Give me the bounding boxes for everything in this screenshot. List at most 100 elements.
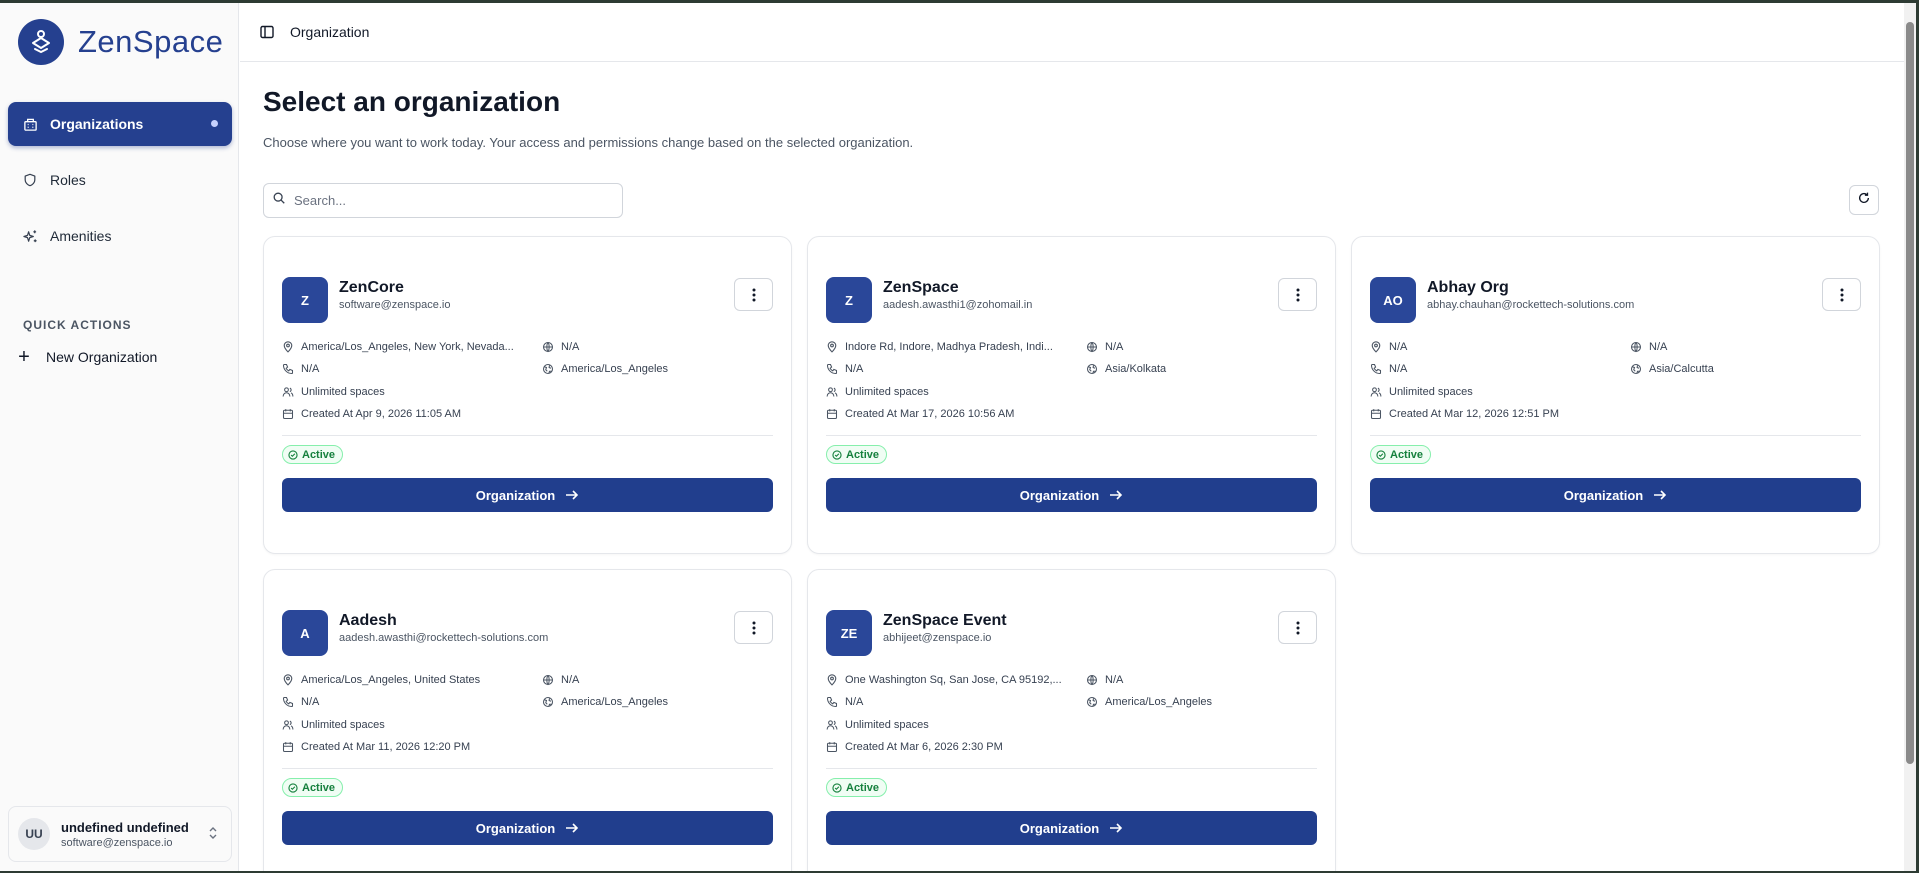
status-badge: Active — [282, 445, 344, 464]
org-website: N/A — [1630, 341, 1667, 353]
avatar: UU — [18, 818, 50, 850]
org-menu-button[interactable] — [734, 278, 773, 311]
org-website: N/A — [1086, 341, 1123, 353]
org-address-text: Indore Rd, Indore, Madhya Pradesh, Indi.… — [845, 341, 1053, 353]
org-name: Aadesh — [339, 612, 397, 629]
refresh-button[interactable] — [1849, 185, 1879, 215]
quick-actions-title: QUICK ACTIONS — [23, 318, 132, 332]
org-address: One Washington Sq, San Jose, CA 95192,..… — [826, 674, 1062, 686]
org-timezone: America/Los_Angeles — [542, 363, 668, 375]
globe-icon — [542, 341, 554, 353]
org-button-label: Organization — [475, 820, 556, 836]
check-circle-icon — [832, 782, 842, 793]
phone-icon — [826, 696, 838, 708]
org-email: aadesh.awasthi1@zohomail.in — [883, 299, 1033, 311]
chevrons-up-down-icon — [207, 825, 219, 846]
org-created-text: Created At Apr 9, 2026 11:05 AM — [301, 408, 462, 420]
globe-icon — [1086, 674, 1098, 686]
more-vertical-icon — [1840, 288, 1844, 302]
org-address: America/Los_Angeles, United States — [282, 674, 480, 686]
org-name: Abhay Org — [1427, 279, 1509, 296]
org-menu-button[interactable] — [1278, 611, 1317, 644]
status-badge: Active — [826, 445, 888, 464]
status-text: Active — [846, 781, 880, 794]
status-badge: Active — [826, 778, 888, 797]
org-card: A Aadesh aadesh.awasthi@rockettech-solutio… — [263, 569, 792, 873]
org-menu-button[interactable] — [1278, 278, 1317, 311]
org-card: Z ZenCore software@zenspace.io America/Los_… — [263, 236, 792, 554]
org-timezone-text: America/Los_Angeles — [561, 363, 669, 375]
org-address-text: One Washington Sq, San Jose, CA 95192,..… — [845, 674, 1062, 686]
location-icon — [826, 674, 838, 686]
status-text: Active — [302, 448, 336, 461]
page-title: Select an organization — [263, 86, 561, 117]
org-address-text: N/A — [1389, 341, 1408, 353]
sidebar-toggle-icon[interactable] — [257, 22, 277, 42]
users-icon — [282, 386, 294, 398]
org-address-text: America/Los_Angeles, United States — [301, 674, 481, 686]
status-badge: Active — [1370, 445, 1432, 464]
search-input[interactable] — [294, 193, 604, 208]
org-menu-button[interactable] — [734, 611, 773, 644]
status-text: Active — [1390, 448, 1424, 461]
sparkles-icon — [22, 228, 38, 244]
open-organization-button[interactable]: Organization — [282, 478, 773, 512]
divider — [282, 435, 773, 436]
org-avatar: Z — [282, 277, 328, 323]
app-name: ZenSpace — [78, 24, 224, 59]
page-subtitle: Choose where you want to work today. You… — [263, 135, 914, 150]
calendar-icon — [1370, 408, 1382, 420]
org-address: America/Los_Angeles, New York, Nevada... — [282, 341, 514, 353]
org-spaces: Unlimited spaces — [1370, 386, 1473, 398]
org-timezone: America/Los_Angeles — [1086, 696, 1212, 708]
org-created-text: Created At Mar 11, 2026 12:20 PM — [301, 741, 471, 753]
org-phone-text: N/A — [845, 696, 864, 708]
timezone-icon — [1630, 363, 1642, 375]
top-bar: Organization — [240, 3, 1904, 62]
org-created-text: Created At Mar 12, 2026 12:51 PM — [1389, 408, 1559, 420]
open-organization-button[interactable]: Organization — [1370, 478, 1861, 512]
new-organization-button[interactable]: + New Organization — [14, 342, 157, 372]
org-spaces: Unlimited spaces — [282, 386, 385, 398]
more-vertical-icon — [752, 621, 756, 635]
org-website: N/A — [1086, 674, 1123, 686]
org-timezone-text: Asia/Kolkata — [1105, 363, 1167, 375]
sidebar-item-amenities[interactable]: Amenities — [8, 214, 232, 258]
calendar-icon — [282, 741, 294, 753]
sidebar-item-roles[interactable]: Roles — [8, 158, 232, 202]
org-name: ZenSpace Event — [883, 612, 1007, 629]
org-menu-button[interactable] — [1822, 278, 1861, 311]
timezone-icon — [1086, 363, 1098, 375]
user-email: software@zenspace.io — [61, 836, 173, 849]
org-website-text: N/A — [1105, 341, 1124, 353]
org-created: Created At Mar 6, 2026 2:30 PM — [826, 741, 1003, 753]
org-avatar: ZE — [826, 610, 872, 656]
org-timezone: America/Los_Angeles — [542, 696, 668, 708]
org-phone: N/A — [1370, 363, 1407, 375]
timezone-icon — [542, 363, 554, 375]
org-timezone: Asia/Calcutta — [1630, 363, 1714, 375]
users-icon — [826, 719, 838, 731]
user-name: undefined undefined — [61, 819, 189, 835]
shield-icon — [22, 172, 38, 188]
open-organization-button[interactable]: Organization — [282, 811, 773, 845]
sidebar-item-organizations[interactable]: Organizations — [8, 102, 232, 146]
arrow-right-icon — [1109, 822, 1123, 834]
org-created: Created At Mar 11, 2026 12:20 PM — [282, 741, 470, 753]
org-spaces-text: Unlimited spaces — [301, 386, 385, 398]
org-button-label: Organization — [475, 487, 556, 503]
location-icon — [826, 341, 838, 353]
scrollbar-thumb[interactable] — [1906, 22, 1914, 764]
open-organization-button[interactable]: Organization — [826, 811, 1317, 845]
org-timezone-text: Asia/Calcutta — [1649, 363, 1714, 375]
user-menu[interactable]: UU undefined undefined software@zenspace… — [8, 806, 232, 862]
divider — [282, 768, 773, 769]
app-logo[interactable]: ZenSpace — [18, 19, 223, 65]
org-spaces: Unlimited spaces — [826, 386, 929, 398]
sidebar-item-label: Amenities — [50, 228, 112, 244]
phone-icon — [1370, 363, 1382, 375]
building-icon — [22, 116, 38, 132]
open-organization-button[interactable]: Organization — [826, 478, 1317, 512]
org-timezone: Asia/Kolkata — [1086, 363, 1166, 375]
org-button-label: Organization — [1019, 820, 1100, 836]
